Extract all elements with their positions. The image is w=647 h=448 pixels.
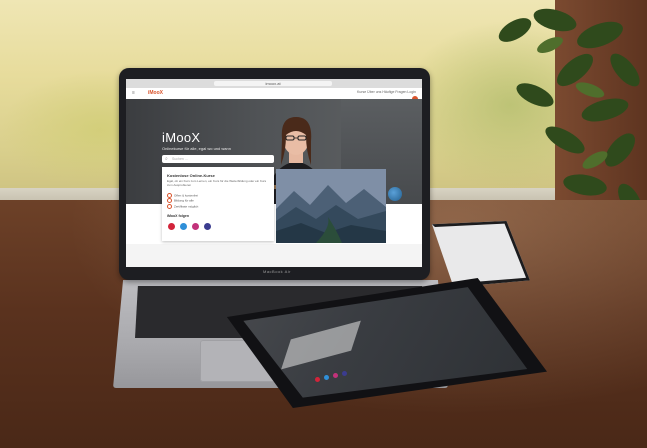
mountain-landscape-image bbox=[276, 169, 386, 243]
twitter-icon[interactable] bbox=[180, 223, 187, 230]
globe-decoration bbox=[388, 187, 402, 201]
instagram-icon[interactable] bbox=[192, 223, 199, 230]
site-logo[interactable]: iMooX bbox=[148, 90, 163, 96]
search-placeholder: Suchen ... bbox=[172, 157, 188, 161]
nav-links[interactable]: Kurse Über uns Häufige Fragen Login bbox=[357, 90, 416, 94]
linkedin-icon[interactable] bbox=[204, 223, 211, 230]
tablet-youtube-icon bbox=[315, 377, 320, 382]
laptop-screen: imoox.at ≡ iMooX Kurse Über uns Häufige … bbox=[126, 79, 422, 267]
search-input[interactable]: ⌕ Suchen ... bbox=[162, 155, 274, 163]
address-bar-url: imoox.at bbox=[265, 81, 281, 86]
hero-title: iMooX bbox=[162, 130, 201, 145]
youtube-icon[interactable] bbox=[168, 223, 175, 230]
hamburger-icon[interactable]: ≡ bbox=[132, 90, 135, 96]
tablet-instagram-icon bbox=[333, 373, 338, 378]
search-icon: ⌕ bbox=[165, 156, 168, 162]
follow-label: iMooX folgen bbox=[167, 214, 189, 218]
list-item: Bildung für alle bbox=[167, 198, 198, 204]
list-item: Zertifikate möglich bbox=[167, 203, 198, 209]
card-title: Kostenlose Online-Kurse bbox=[167, 173, 215, 178]
info-card: Kostenlose Online-Kurse Egal, ob ein Kur… bbox=[162, 167, 274, 241]
tablet-twitter-icon bbox=[324, 375, 329, 380]
feature-list: Offen & kostenfrei Bildung für alle Zert… bbox=[167, 193, 198, 209]
address-bar[interactable]: imoox.at bbox=[214, 81, 332, 86]
card-text: Egal, ob ein Kurs zum Lernen, ein Kurs f… bbox=[167, 179, 267, 187]
photo-scene: imoox.at ≡ iMooX Kurse Über uns Häufige … bbox=[0, 0, 647, 448]
hero-subtitle: Onlinekurse für alle, egal wo und wann bbox=[162, 146, 231, 151]
laptop-brand-label: MacBook Air bbox=[263, 269, 291, 274]
page-footer-area bbox=[126, 244, 422, 267]
tablet-linkedin-icon bbox=[342, 371, 347, 376]
